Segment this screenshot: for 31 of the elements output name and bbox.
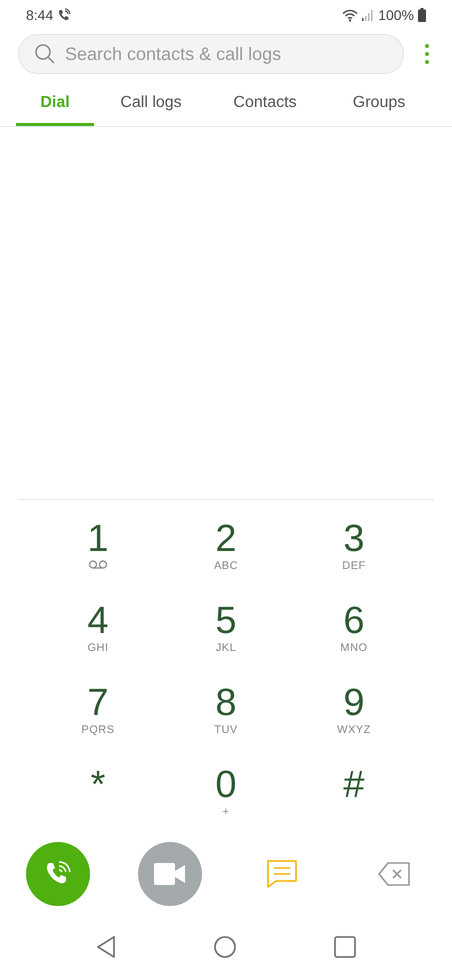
battery-icon xyxy=(418,8,426,22)
search-icon xyxy=(34,43,56,65)
backspace-icon xyxy=(378,862,410,886)
home-icon[interactable] xyxy=(214,936,236,958)
tab[interactable]: Groups xyxy=(322,82,436,126)
back-icon[interactable] xyxy=(96,936,116,958)
dial-key[interactable]: 5 JKL xyxy=(162,600,290,670)
dial-key[interactable]: 3 DEF xyxy=(290,518,418,588)
status-time: 8:44 xyxy=(26,7,54,23)
battery-percent: 100% xyxy=(378,7,414,23)
dial-key[interactable]: 9 WXYZ xyxy=(290,682,418,752)
dial-key[interactable]: 2 ABC xyxy=(162,518,290,588)
dial-key[interactable]: 0 + xyxy=(162,764,290,834)
message-icon xyxy=(267,860,297,888)
dial-key[interactable]: # xyxy=(290,764,418,834)
tab[interactable]: Contacts xyxy=(208,82,322,126)
signal-icon xyxy=(362,9,374,21)
wifi-call-icon xyxy=(57,8,72,22)
dial-key[interactable]: * xyxy=(34,764,162,834)
recent-apps-icon[interactable] xyxy=(334,936,356,958)
dial-key[interactable]: 7 PQRS xyxy=(34,682,162,752)
dial-key[interactable]: 6 MNO xyxy=(290,600,418,670)
video-camera-icon xyxy=(154,863,186,885)
voicemail-icon xyxy=(88,560,108,569)
more-options-icon[interactable] xyxy=(424,43,430,65)
search-field[interactable]: Search contacts & call logs xyxy=(18,34,404,74)
dial-key[interactable]: 4 GHI xyxy=(34,600,162,670)
dial-key[interactable]: 1 xyxy=(34,518,162,588)
wifi-icon xyxy=(342,8,358,22)
tab[interactable]: Call logs xyxy=(94,82,208,126)
dial-key[interactable]: 8 TUV xyxy=(162,682,290,752)
